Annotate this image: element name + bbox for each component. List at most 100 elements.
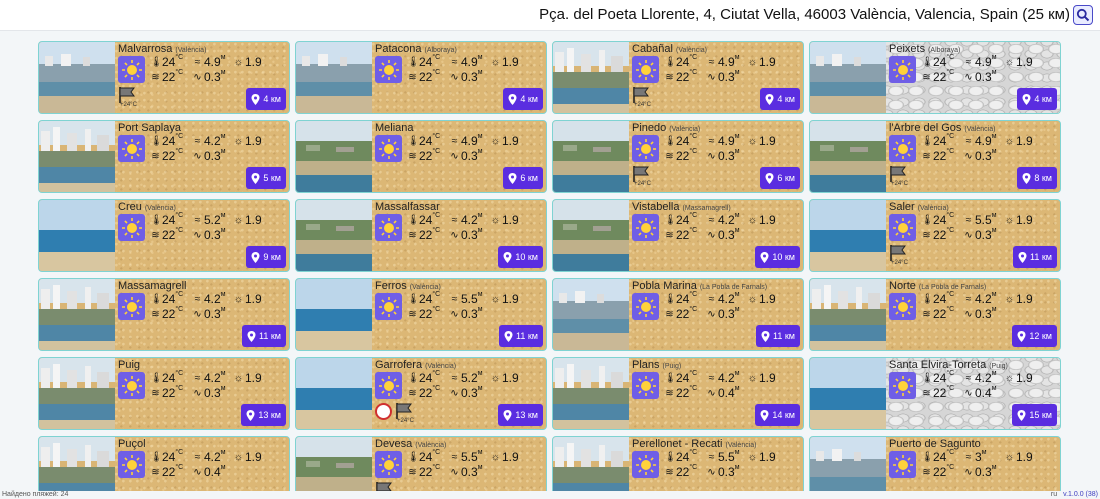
- wind-icon: ≈: [965, 214, 972, 226]
- beach-card[interactable]: Cabañal (València) 🌡 24 °C ≈4.9 м ☼ 1.9 ≋ 22 °C ∿ 0.3…: [552, 41, 804, 114]
- distance-button[interactable]: 5 км: [246, 167, 286, 189]
- thermometer-icon: 🌡: [407, 135, 420, 147]
- distance-button[interactable]: 11 км: [499, 325, 543, 347]
- water-temp: ≋ 22 °C: [922, 227, 955, 242]
- wave-icon: ∿: [193, 71, 202, 83]
- language-switch[interactable]: ru: [1051, 491, 1057, 498]
- beach-photo: [553, 200, 629, 271]
- water-temp: ≋ 22 °C: [922, 385, 955, 400]
- beach-card[interactable]: Peixets (Alboraya) 🌡 24 °C ≈4.9 м ☼ 1.9 ≋ 22 °C ∿ 0.3…: [809, 41, 1061, 114]
- distance-button[interactable]: 11 км: [756, 325, 800, 347]
- beach-name: Vistabella (Massamagrell): [632, 201, 731, 213]
- distance-button[interactable]: 4 км: [760, 88, 800, 110]
- version-link[interactable]: v.1.0.0 (38): [1063, 491, 1098, 498]
- location-pin-icon: [761, 330, 770, 342]
- distance-button[interactable]: 4 км: [246, 88, 286, 110]
- beach-card[interactable]: Pobla Marina (La Pobla de Farnals) 🌡 24 °C ≈4…: [552, 278, 804, 351]
- beach-title: Meliana: [375, 122, 414, 134]
- uv-index: ☼ 1.9: [747, 450, 776, 464]
- distance-button[interactable]: 13 км: [241, 404, 286, 426]
- beach-region: (València): [964, 126, 996, 133]
- location-address[interactable]: Pça. del Poeta Llorente, 4, Ciutat Vella…: [539, 6, 1070, 23]
- beach-card[interactable]: Massamagrell 🌡 24 °C ≈4.2 м ☼ 1.9 ≋ 22 °C ∿ 0.3 м 11 к…: [38, 278, 290, 351]
- wind-speed: ≈4.2 м: [706, 212, 740, 227]
- air-temp: 🌡 24 °C: [664, 54, 698, 69]
- distance-button[interactable]: 11 км: [242, 325, 286, 347]
- uv-sun-icon: ☼: [747, 372, 758, 384]
- distance-button[interactable]: 6 км: [760, 167, 800, 189]
- beach-card[interactable]: Puig 🌡 24 °C ≈4.2 м ☼ 1.9 ≋ 22 °C ∿ 0.3 м 13 км: [38, 357, 290, 430]
- beach-title: Puig: [118, 359, 141, 371]
- beach-card[interactable]: Plans (Puig) 🌡 24 °C ≈4.2 м ☼ 1.9 ≋ 22 °C ∿ 0.4 м 14 км: [552, 357, 804, 430]
- beach-card[interactable]: Santa Elvira-Torreta (Puig) 🌡 24 °C ≈4.2 м ☼ 1.9…: [809, 357, 1061, 430]
- beach-name: Plans (Puig): [632, 359, 681, 371]
- beach-card[interactable]: Devesa (València) 🌡 24 °C ≈5.5 м ☼ 1.9 ≋ 22 °C ∿ 0.3 м: [295, 436, 547, 491]
- beach-card[interactable]: Vistabella (Massamagrell) 🌡 24 °C ≈4.2 м ☼ 1.9 ≋ 2…: [552, 199, 804, 272]
- beach-card[interactable]: Meliana 🌡 24 °C ≈4.9 м ☼ 1.9 ≋ 22 °C ∿ 0.3 м 6 км: [295, 120, 547, 193]
- waves-icon: ≋: [922, 387, 931, 399]
- location-pin-icon: [503, 251, 512, 263]
- beach-region: (València): [917, 205, 949, 212]
- search-button[interactable]: [1073, 5, 1093, 25]
- sun-icon: [635, 454, 656, 475]
- beach-title: Saler: [889, 201, 915, 213]
- beach-title: Norte: [889, 280, 916, 292]
- beach-card[interactable]: Creu (València) 🌡 24 °C ≈5.2 м ☼ 1.9 ≋ 22 °C ∿ 0.3 м 9 …: [38, 199, 290, 272]
- distance-button[interactable]: 12 км: [1012, 325, 1057, 347]
- sun-icon: [635, 217, 656, 238]
- beach-region: (València): [669, 126, 701, 133]
- uv-sun-icon: ☼: [1004, 293, 1015, 305]
- beach-card[interactable]: Perellonet - Recati (València) 🌡 24 °C ≈5.5 м ☼…: [552, 436, 804, 491]
- beach-card[interactable]: Malvarrosa (València) 🌡 24 °C ≈4.9 м ☼ 1.9 ≋ 22 °C ∿…: [38, 41, 290, 114]
- beach-card[interactable]: Pinedo (València) 🌡 24 °C ≈4.9 м ☼ 1.9 ≋ 22 °C ∿ 0.3 м…: [552, 120, 804, 193]
- uv-index: ☼ 1.9: [1004, 213, 1033, 227]
- air-temp: 🌡 24 °C: [150, 370, 184, 385]
- distance-label: 11 км: [259, 331, 281, 341]
- beach-card[interactable]: Puçol 🌡 24 °C ≈4.2 м ☼ 1.9 ≋ 22 °C ∿ 0.4 м: [38, 436, 290, 491]
- uv-sun-icon: ☼: [490, 293, 501, 305]
- beach-card[interactable]: Saler (València) 🌡 24 °C ≈5.5 м ☼ 1.9 ≋ 22 °C ∿ 0.3 м +…: [809, 199, 1061, 272]
- distance-button[interactable]: 10 км: [755, 246, 800, 268]
- beach-card[interactable]: Norte (La Pobla de Farnals) 🌡 24 °C ≈4.2 м ☼ 1.9…: [809, 278, 1061, 351]
- distance-button[interactable]: 4 км: [1017, 88, 1057, 110]
- flag-water-temp: +24°C: [120, 102, 137, 108]
- distance-button[interactable]: 4 км: [503, 88, 543, 110]
- distance-button[interactable]: 15 км: [1012, 404, 1057, 426]
- distance-button[interactable]: 11 км: [1013, 246, 1057, 268]
- air-temp: 🌡 24 °C: [664, 370, 698, 385]
- beach-card[interactable]: Patacona (Alboraya) 🌡 24 °C ≈4.9 м ☼ 1.9 ≋ 22 °C ∿ 0.…: [295, 41, 547, 114]
- distance-label: 14 км: [772, 410, 795, 420]
- uv-sun-icon: ☼: [1004, 451, 1015, 463]
- wind-icon: ≈: [194, 293, 201, 305]
- wave-icon: ∿: [707, 150, 716, 162]
- weather-tile: [375, 56, 402, 83]
- thermometer-icon: 🌡: [407, 56, 420, 68]
- distance-button[interactable]: 13 км: [498, 404, 543, 426]
- beach-card[interactable]: Ferros (València) 🌡 24 °C ≈5.5 м ☼ 1.9 ≋ 22 °C ∿ 0.3 м…: [295, 278, 547, 351]
- distance-button[interactable]: 9 км: [246, 246, 286, 268]
- wave-height: ∿ 0.3 м: [707, 464, 740, 479]
- air-temp: 🌡 24 °C: [921, 133, 955, 148]
- wind-speed: ≈4.2 м: [963, 291, 997, 306]
- distance-button[interactable]: 8 км: [1017, 167, 1057, 189]
- wave-icon: ∿: [450, 150, 459, 162]
- beach-region: (València): [409, 284, 441, 291]
- beach-card[interactable]: Puerto de Sagunto 🌡 24 °C ≈3 м ☼ 1.9 ≋ 22 °C ∿ 0.3 м: [809, 436, 1061, 491]
- beach-card[interactable]: l'Arbre del Gos (València) 🌡 24 °C ≈4.9 м ☼ 1.9 ≋…: [809, 120, 1061, 193]
- uv-sun-icon: ☼: [233, 293, 244, 305]
- sun-icon: [892, 138, 913, 159]
- thermometer-icon: 🌡: [150, 293, 163, 305]
- distance-button[interactable]: 6 км: [503, 167, 543, 189]
- distance-label: 6 км: [520, 173, 538, 183]
- beach-card[interactable]: Port Saplaya 🌡 24 °C ≈4.2 м ☼ 1.9 ≋ 22 °C ∿ 0.3 м 5 км: [38, 120, 290, 193]
- wind-icon: ≈: [708, 293, 715, 305]
- distance-button[interactable]: 14 км: [755, 404, 800, 426]
- beach-card[interactable]: Massalfassar 🌡 24 °C ≈4.2 м ☼ 1.9 ≋ 22 °C ∿ 0.3 м 10 к…: [295, 199, 547, 272]
- wind-icon: ≈: [451, 451, 458, 463]
- location-pin-icon: [1017, 409, 1026, 421]
- wave-icon: ∿: [193, 229, 202, 241]
- water-temp: ≋ 22 °C: [408, 464, 441, 479]
- wave-icon: ∿: [964, 150, 973, 162]
- distance-button[interactable]: 10 км: [498, 246, 543, 268]
- beach-card[interactable]: Garrofera (València) 🌡 24 °C ≈5.2 м ☼ 1.9 ≋ 22 °C ∿ 0…: [295, 357, 547, 430]
